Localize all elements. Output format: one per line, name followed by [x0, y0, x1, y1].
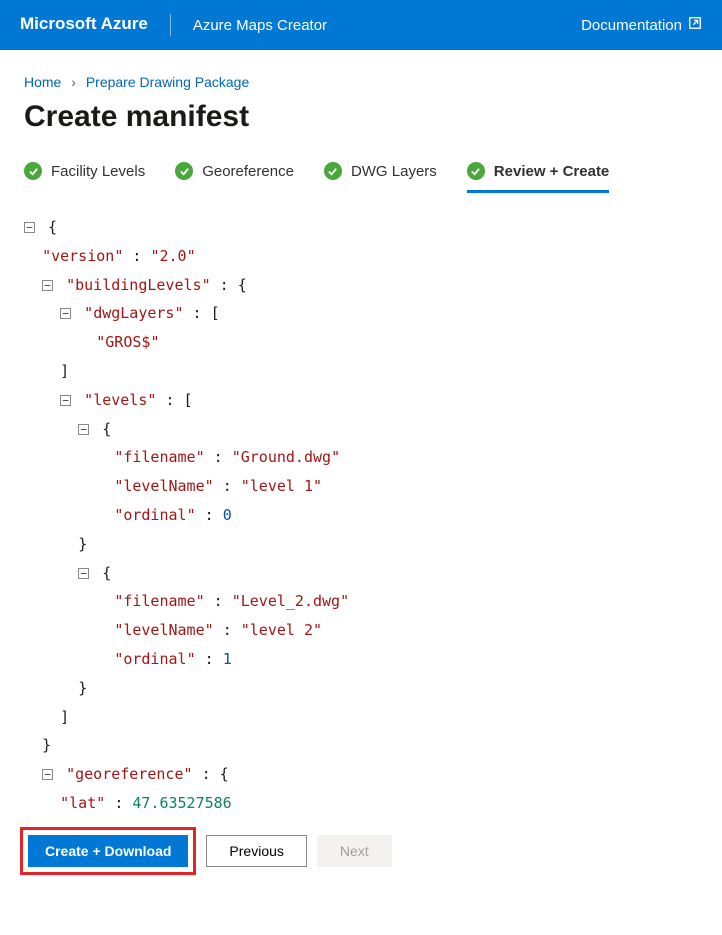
tab-label: Facility Levels — [51, 163, 145, 180]
wizard-tabs: Facility Levels Georeference DWG Layers … — [0, 152, 722, 199]
json-value: 0 — [223, 506, 232, 524]
documentation-link[interactable]: Documentation — [581, 16, 702, 34]
json-value: "GROS$" — [96, 333, 159, 351]
tab-label: Review + Create — [494, 163, 609, 180]
tab-label: DWG Layers — [351, 163, 437, 180]
breadcrumb-home[interactable]: Home — [24, 74, 61, 90]
brand-label: Microsoft Azure — [20, 14, 171, 36]
collapse-icon[interactable]: − — [78, 568, 89, 579]
external-link-icon — [688, 16, 702, 34]
json-value: "level 2" — [241, 621, 322, 639]
tab-review-create[interactable]: Review + Create — [467, 152, 609, 193]
tab-facility-levels[interactable]: Facility Levels — [24, 152, 145, 193]
check-icon — [24, 162, 42, 180]
json-value: 47.63527586 — [132, 794, 231, 812]
manifest-json-viewer: − { "version" : "2.0" − "buildingLevels"… — [0, 199, 722, 817]
previous-button[interactable]: Previous — [206, 835, 306, 867]
app-label: Azure Maps Creator — [171, 17, 327, 34]
check-icon — [467, 162, 485, 180]
tab-dwg-layers[interactable]: DWG Layers — [324, 152, 437, 193]
page-title: Create manifest — [0, 100, 722, 152]
collapse-icon[interactable]: − — [60, 308, 71, 319]
json-value: 1 — [223, 650, 232, 668]
json-value: "2.0" — [150, 247, 195, 265]
check-icon — [175, 162, 193, 180]
breadcrumb-page[interactable]: Prepare Drawing Package — [86, 74, 249, 90]
documentation-label: Documentation — [581, 17, 682, 34]
collapse-icon[interactable]: − — [78, 424, 89, 435]
highlight-box: Create + Download — [20, 827, 196, 875]
collapse-icon[interactable]: − — [42, 769, 53, 780]
chevron-right-icon: › — [65, 74, 82, 90]
next-button: Next — [317, 835, 392, 867]
collapse-icon[interactable]: − — [24, 222, 35, 233]
tab-label: Georeference — [202, 163, 294, 180]
json-value: "level 1" — [241, 477, 322, 495]
json-value: "Ground.dwg" — [232, 448, 340, 466]
breadcrumb: Home › Prepare Drawing Package — [0, 50, 722, 100]
create-download-button[interactable]: Create + Download — [28, 835, 188, 867]
json-value: "Level_2.dwg" — [232, 592, 349, 610]
collapse-icon[interactable]: − — [60, 395, 71, 406]
wizard-footer: Create + Download Previous Next — [0, 817, 722, 893]
top-header: Microsoft Azure Azure Maps Creator Docum… — [0, 0, 722, 50]
tab-georeference[interactable]: Georeference — [175, 152, 294, 193]
collapse-icon[interactable]: − — [42, 280, 53, 291]
check-icon — [324, 162, 342, 180]
